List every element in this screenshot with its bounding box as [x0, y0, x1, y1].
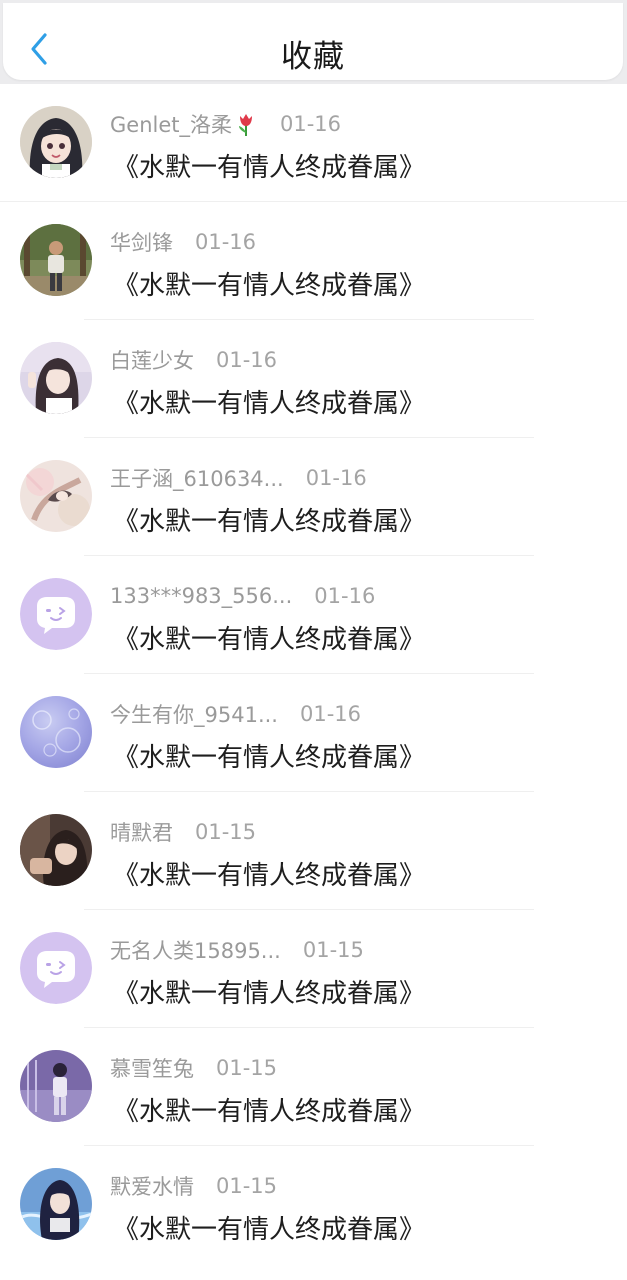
item-content[interactable]: 《水默一有情人终成眷属》 [113, 501, 425, 538]
page-title: 收藏 [281, 39, 345, 75]
list-item[interactable]: 默爱水情 01-15 《水默一有情人终成眷属》 [0, 1146, 627, 1264]
item-date: 01-16 [305, 466, 367, 490]
item-meta: 华剑锋 01-16 [110, 228, 256, 256]
list-item[interactable]: 133***983_556... 01-16 《水默一有情人终成眷属》 [0, 556, 627, 674]
avatar[interactable] [20, 1168, 92, 1240]
user-name[interactable]: 华剑锋 [110, 227, 173, 257]
item-date: 01-16 [280, 112, 342, 136]
user-name[interactable]: 晴默君 [110, 817, 173, 847]
list-item[interactable]: Genlet_洛柔 01-16 《水默一有情人终成眷属》 [0, 84, 627, 202]
user-name[interactable]: 默爱水情 [110, 1171, 194, 1201]
chat-bubble-icon [20, 932, 92, 1004]
item-meta: 无名人类15895... 01-15 [110, 936, 364, 964]
user-name[interactable]: 无名人类15895... [110, 935, 281, 965]
item-date: 01-15 [302, 938, 364, 962]
user-name[interactable]: 133***983_556... [110, 584, 292, 608]
item-meta: Genlet_洛柔 01-16 [110, 110, 341, 138]
item-meta: 默爱水情 01-15 [110, 1172, 277, 1200]
item-meta: 今生有你_9541... 01-16 [110, 700, 361, 728]
item-date: 01-15 [216, 1056, 278, 1080]
item-content[interactable]: 《水默一有情人终成眷属》 [113, 1091, 425, 1128]
item-date: 01-16 [299, 702, 362, 726]
list-item[interactable]: 慕雪笙兔 01-15 《水默一有情人终成眷属》 [0, 1028, 627, 1146]
avatar[interactable] [20, 224, 92, 296]
avatar[interactable] [20, 106, 92, 178]
avatar[interactable] [20, 814, 92, 886]
item-meta: 晴默君 01-15 [110, 818, 256, 846]
list-item[interactable]: 无名人类15895... 01-15 《水默一有情人终成眷属》 [0, 910, 627, 1028]
user-name[interactable]: 白莲少女 [110, 345, 194, 375]
list-item[interactable]: 晴默君 01-15 《水默一有情人终成眷属》 [0, 792, 627, 910]
item-content[interactable]: 《水默一有情人终成眷属》 [113, 265, 425, 302]
item-date: 01-15 [195, 820, 257, 844]
item-content[interactable]: 《水默一有情人终成眷属》 [113, 855, 425, 892]
tulip-icon [239, 114, 252, 136]
list-item[interactable]: 华剑锋 01-16 《水默一有情人终成眷属》 [0, 202, 627, 320]
item-meta: 白莲少女 01-16 [110, 346, 277, 374]
header: 收藏 [3, 3, 623, 80]
item-content[interactable]: 《水默一有情人终成眷属》 [113, 619, 425, 656]
avatar[interactable] [20, 342, 92, 414]
avatar[interactable] [20, 932, 92, 1004]
item-content[interactable]: 《水默一有情人终成眷属》 [113, 973, 425, 1010]
item-content[interactable]: 《水默一有情人终成眷属》 [113, 737, 425, 774]
list-item[interactable]: 今生有你_9541... 01-16 《水默一有情人终成眷属》 [0, 674, 627, 792]
item-meta: 王子涵_610634... 01-16 [110, 464, 367, 492]
favorites-list: Genlet_洛柔 01-16 《水默一有情人终成眷属》 华剑锋 01-16 《… [0, 84, 627, 1264]
item-content[interactable]: 《水默一有情人终成眷属》 [113, 147, 425, 184]
avatar[interactable] [20, 460, 92, 532]
item-meta: 133***983_556... 01-16 [110, 582, 375, 610]
list-item[interactable]: 王子涵_610634... 01-16 《水默一有情人终成眷属》 [0, 438, 627, 556]
item-date: 01-15 [216, 1174, 278, 1198]
avatar[interactable] [20, 578, 92, 650]
item-meta: 慕雪笙兔 01-15 [110, 1054, 277, 1082]
avatar[interactable] [20, 696, 92, 768]
avatar[interactable] [20, 1050, 92, 1122]
item-date: 01-16 [314, 584, 376, 608]
user-name[interactable]: 今生有你_9541... [110, 699, 278, 729]
item-date: 01-16 [195, 230, 257, 254]
chat-bubble-icon [20, 578, 92, 650]
list-item[interactable]: 白莲少女 01-16 《水默一有情人终成眷属》 [0, 320, 627, 438]
item-content[interactable]: 《水默一有情人终成眷属》 [113, 383, 425, 420]
user-name[interactable]: 王子涵_610634... [110, 463, 284, 493]
user-name[interactable]: 慕雪笙兔 [110, 1053, 194, 1083]
user-name[interactable]: Genlet_洛柔 [110, 109, 232, 139]
item-content[interactable]: 《水默一有情人终成眷属》 [113, 1209, 425, 1246]
item-date: 01-16 [216, 348, 278, 372]
